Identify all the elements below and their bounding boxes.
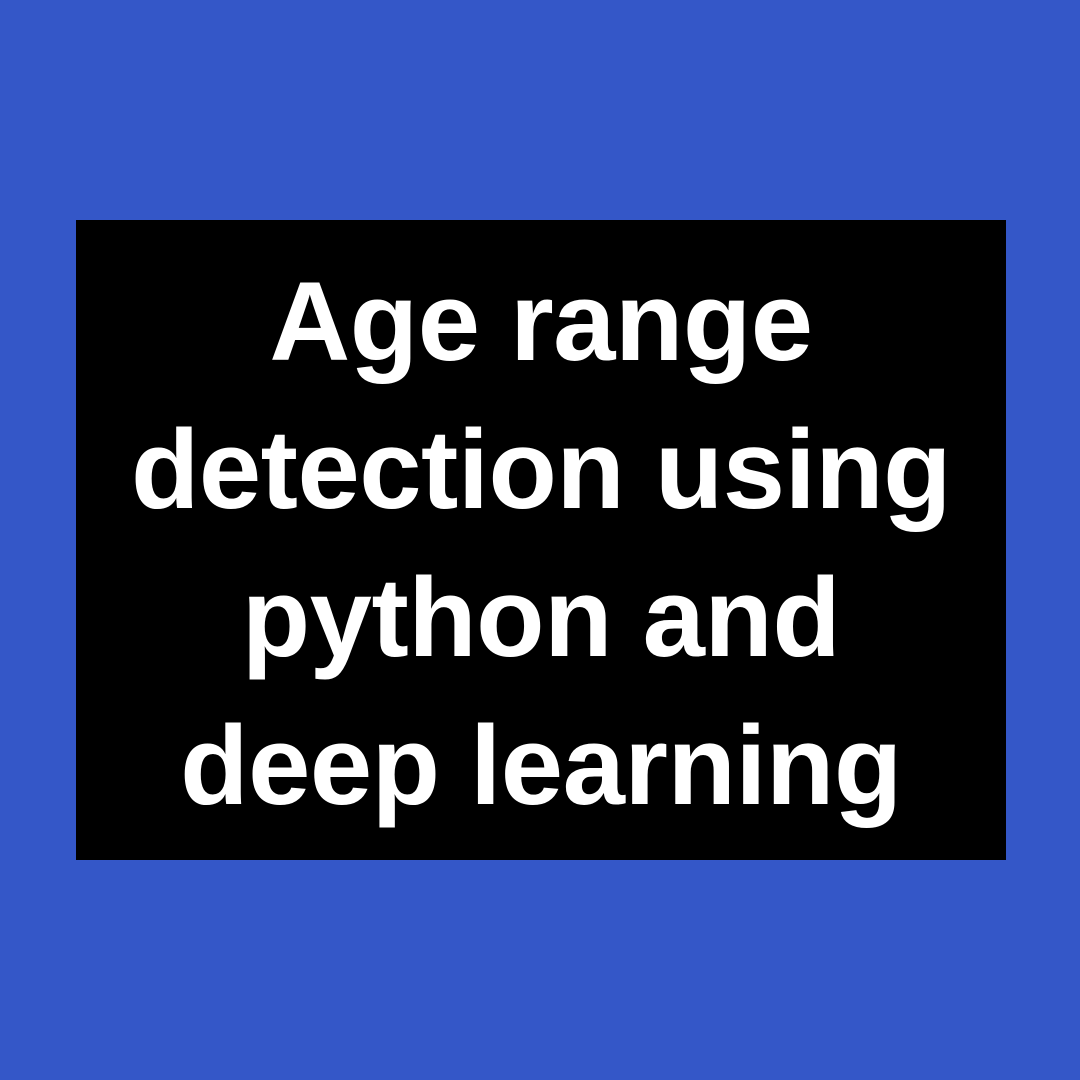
- title-line-4: deep learning: [180, 703, 902, 828]
- page-background: { "colors": { "background": "#3457c8", "…: [0, 0, 1080, 1080]
- title-line-2: detection using: [130, 407, 952, 532]
- title-card: Age range detection using python and dee…: [76, 220, 1006, 860]
- title-line-1: Age range: [269, 259, 813, 384]
- title-line-3: python and: [241, 555, 841, 680]
